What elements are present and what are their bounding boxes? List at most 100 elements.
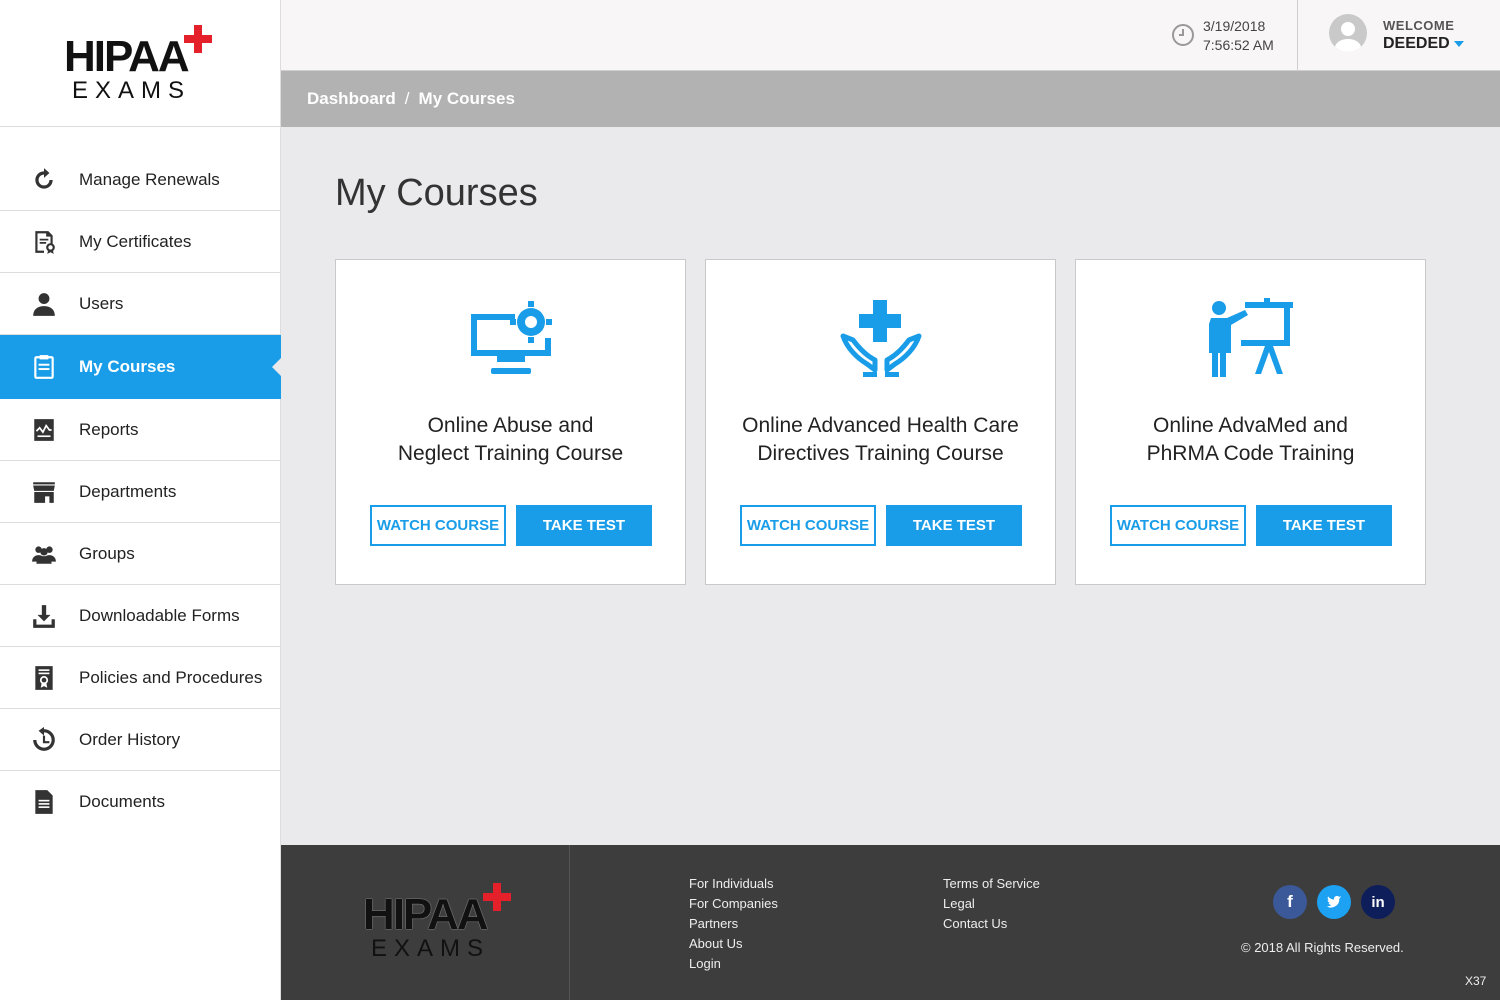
- breadcrumb-dashboard[interactable]: Dashboard: [307, 89, 396, 109]
- course-title-line2: Neglect Training Course: [397, 442, 624, 465]
- footer-link-about[interactable]: About Us: [689, 934, 778, 954]
- breadcrumb-separator: /: [404, 89, 410, 108]
- course-card: Online Advanced Health Care Directives T…: [705, 259, 1056, 585]
- watch-course-button[interactable]: WATCH COURSE: [740, 505, 876, 546]
- footer-links-col1: For Individuals For Companies Partners A…: [689, 874, 778, 974]
- facebook-icon[interactable]: f: [1273, 885, 1307, 919]
- sidebar-item-order-history[interactable]: Order History: [0, 709, 281, 771]
- sidebar-item-label: My Certificates: [79, 231, 192, 251]
- username: DEEDED: [1383, 35, 1450, 52]
- monitor-gear-icon: [336, 298, 685, 380]
- sidebar-item-downloadable-forms[interactable]: Downloadable Forms: [0, 585, 281, 647]
- report-icon: [30, 416, 58, 444]
- chevron-down-icon: [1453, 40, 1464, 47]
- course-title-line1: Online Abuse and: [427, 414, 594, 437]
- sidebar-item-label: Order History: [79, 729, 181, 749]
- sidebar-item-label: Manage Renewals: [79, 169, 220, 189]
- user-menu-button[interactable]: DEEDED: [1383, 35, 1464, 53]
- welcome-label: WELCOME: [1383, 18, 1455, 33]
- clock-icon: [1172, 24, 1194, 46]
- footer-divider: [569, 845, 570, 1000]
- logo-area: HIPAA EXAMS: [0, 0, 280, 127]
- footer-logo[interactable]: HIPAA EXAMS: [359, 881, 519, 961]
- sidebar-item-manage-renewals[interactable]: Manage Renewals: [0, 149, 281, 211]
- sidebar-item-label: My Courses: [79, 356, 176, 376]
- sidebar-item-groups[interactable]: Groups: [0, 523, 281, 585]
- footer-link-contact[interactable]: Contact Us: [943, 914, 1040, 934]
- course-title-line2: PhRMA Code Training: [1146, 442, 1355, 465]
- sidebar-item-users[interactable]: Users: [0, 273, 281, 335]
- watch-course-button[interactable]: WATCH COURSE: [370, 505, 506, 546]
- policy-icon: [30, 664, 58, 692]
- course-actions: WATCH COURSE TAKE TEST: [740, 505, 1022, 546]
- footer-link-legal[interactable]: Legal: [943, 894, 1040, 914]
- logo-plus-icon: [483, 883, 511, 911]
- top-header: 3/19/2018 7:56:52 AM WELCOME DEEDED: [281, 0, 1500, 71]
- sidebar-item-label: Reports: [79, 419, 139, 439]
- presenter-board-icon: [1076, 298, 1425, 380]
- sidebar-item-departments[interactable]: Departments: [0, 461, 281, 523]
- logo-sub: EXAMS: [371, 935, 491, 962]
- current-time: 7:56:52 AM: [1203, 37, 1274, 53]
- datetime: 3/19/2018 7:56:52 AM: [1203, 17, 1274, 55]
- logo-plus-icon: [184, 25, 212, 53]
- sidebar-item-label: Documents: [79, 792, 165, 811]
- download-icon: [30, 602, 58, 630]
- logo-word: HIPAA: [363, 890, 489, 939]
- course-cards: Online Abuse and Neglect Training Course…: [335, 259, 1426, 585]
- build-code: X37: [1465, 974, 1487, 988]
- course-title-line2: Directives Training Course: [757, 442, 1004, 465]
- page-title: My Courses: [335, 172, 538, 214]
- sidebar-item-documents[interactable]: Documents: [0, 771, 281, 833]
- course-card: Online Abuse and Neglect Training Course…: [335, 259, 686, 585]
- sidebar-item-label: Downloadable Forms: [79, 605, 240, 625]
- footer-link-partners[interactable]: Partners: [689, 914, 778, 934]
- group-icon: [30, 540, 58, 568]
- sidebar-item-label: Policies and Procedures: [79, 667, 263, 687]
- store-icon: [30, 478, 58, 506]
- sidebar-item-my-courses[interactable]: My Courses: [0, 335, 282, 399]
- footer-link-companies[interactable]: For Companies: [689, 894, 778, 914]
- breadcrumb: Dashboard / My Courses: [281, 71, 1500, 127]
- footer-links-col2: Terms of Service Legal Contact Us: [943, 874, 1040, 934]
- course-title: Online Abuse and Neglect Training Course: [356, 412, 665, 468]
- watch-course-button[interactable]: WATCH COURSE: [1110, 505, 1246, 546]
- avatar[interactable]: [1329, 14, 1367, 52]
- course-actions: WATCH COURSE TAKE TEST: [370, 505, 652, 546]
- refresh-icon: [30, 166, 58, 194]
- sidebar-item-my-certificates[interactable]: My Certificates: [0, 211, 281, 273]
- certificate-icon: [30, 228, 58, 256]
- social-links: f in: [1273, 885, 1395, 919]
- course-title: Online AdvaMed and PhRMA Code Training: [1096, 412, 1405, 468]
- document-icon: [30, 788, 58, 816]
- take-test-button[interactable]: TAKE TEST: [886, 505, 1022, 546]
- course-actions: WATCH COURSE TAKE TEST: [1110, 505, 1392, 546]
- header-divider: [1297, 0, 1298, 71]
- sidebar-nav: Manage Renewals My Certificates Users My…: [0, 149, 282, 833]
- take-test-button[interactable]: TAKE TEST: [1256, 505, 1392, 546]
- clipboard-icon: [30, 353, 58, 381]
- footer: HIPAA EXAMS For Individuals For Companie…: [281, 845, 1500, 1000]
- current-date: 3/19/2018: [1203, 18, 1266, 34]
- course-title: Online Advanced Health Care Directives T…: [726, 412, 1035, 468]
- user-icon: [30, 290, 58, 318]
- breadcrumb-current: My Courses: [418, 89, 515, 108]
- sidebar-item-reports[interactable]: Reports: [0, 399, 281, 461]
- hands-cross-icon: [706, 298, 1055, 380]
- linkedin-icon[interactable]: in: [1361, 885, 1395, 919]
- take-test-button[interactable]: TAKE TEST: [516, 505, 652, 546]
- history-icon: [30, 726, 58, 754]
- footer-link-login[interactable]: Login: [689, 954, 778, 974]
- footer-link-individuals[interactable]: For Individuals: [689, 874, 778, 894]
- twitter-icon[interactable]: [1317, 885, 1351, 919]
- course-title-line1: Online Advanced Health Care: [742, 414, 1019, 437]
- sidebar-item-policies[interactable]: Policies and Procedures: [0, 647, 281, 709]
- logo-sub: EXAMS: [72, 77, 192, 104]
- footer-link-terms[interactable]: Terms of Service: [943, 874, 1040, 894]
- sidebar-item-label: Groups: [79, 543, 135, 563]
- sidebar-item-label: Departments: [79, 481, 177, 501]
- course-title-line1: Online AdvaMed and: [1153, 414, 1348, 437]
- hipaa-exams-logo[interactable]: HIPAA EXAMS: [60, 23, 220, 103]
- sidebar-item-label: Users: [79, 293, 124, 313]
- logo-word: HIPAA: [64, 32, 190, 81]
